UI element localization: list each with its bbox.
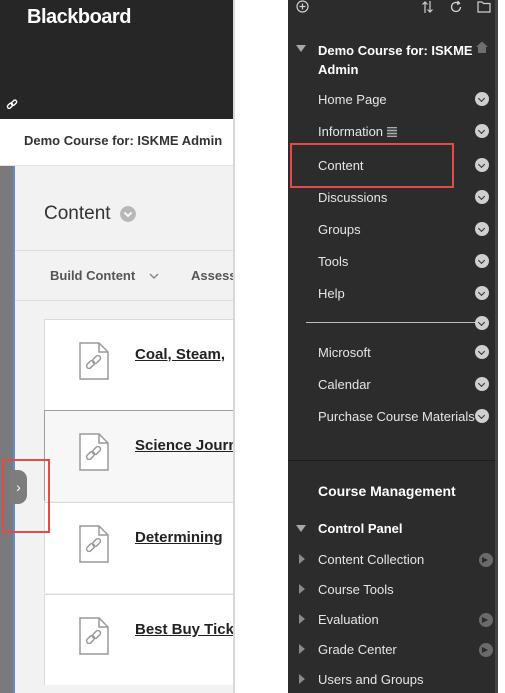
blackboard-logo[interactable]: Blackboard [27, 6, 131, 29]
sort-icon[interactable] [421, 0, 434, 14]
control-panel-heading[interactable]: Control Panel [318, 521, 403, 536]
chevron-down-icon[interactable] [475, 316, 489, 330]
content-item-link[interactable]: Determining [135, 529, 223, 546]
menu-item-groups[interactable]: Groups [318, 222, 361, 237]
chevron-down-icon[interactable] [475, 345, 489, 359]
menu-item-calendar[interactable]: Calendar [318, 377, 371, 392]
content-item-link[interactable]: Best Buy Tick [135, 621, 233, 638]
list-item: Coal, Steam, [44, 319, 233, 410]
course-breadcrumb-bar: Demo Course for: ISKME Admin [0, 119, 233, 166]
page-icon [387, 127, 398, 137]
menu-item-discussions[interactable]: Discussions [318, 190, 387, 205]
expand-triangle-icon[interactable] [299, 674, 305, 684]
menu-divider [306, 322, 481, 323]
section-divider [288, 460, 498, 461]
collapse-triangle-icon[interactable] [296, 45, 306, 52]
chevron-down-icon[interactable] [475, 190, 489, 204]
chevron-down-icon[interactable] [475, 124, 489, 138]
folder-icon[interactable] [477, 0, 491, 13]
course-management-heading: Course Management [318, 483, 456, 499]
content-item-link[interactable]: Science Journ [135, 437, 233, 454]
link-icon[interactable] [5, 98, 19, 112]
scrollbar[interactable] [495, 0, 498, 693]
menu-item-label: Information [318, 124, 384, 139]
add-icon[interactable] [296, 0, 309, 13]
expand-triangle-icon[interactable] [299, 614, 305, 624]
highlight-box [290, 143, 454, 188]
menu-item-microsoft[interactable]: Microsoft [318, 345, 371, 360]
course-menu-title[interactable]: Demo Course for: ISKME Admin [318, 41, 478, 79]
expand-triangle-icon[interactable] [299, 584, 305, 594]
control-panel-item-users-and-groups[interactable]: Users and Groups [318, 672, 424, 687]
menu-item-information[interactable]: Information [318, 124, 398, 139]
refresh-icon[interactable] [449, 0, 463, 14]
arrow-right-icon[interactable] [479, 553, 493, 567]
control-panel-item-content-collection[interactable]: Content Collection [318, 552, 424, 567]
control-panel-item-grade-center[interactable]: Grade Center [318, 642, 397, 657]
menu-collapse-strip[interactable] [0, 166, 13, 693]
chevron-down-icon[interactable] [475, 409, 489, 423]
document-link-icon [79, 342, 109, 380]
control-panel-item-course-tools[interactable]: Course Tools [318, 582, 394, 597]
document-link-icon [79, 617, 109, 655]
chevron-down-icon[interactable] [475, 254, 489, 268]
course-title[interactable]: Demo Course for: ISKME Admin [24, 133, 222, 148]
home-icon[interactable] [475, 40, 489, 54]
toolbar-divider [15, 250, 233, 251]
chevron-down-icon[interactable] [149, 272, 159, 280]
menu-item-home-page[interactable]: Home Page [318, 92, 387, 107]
chevron-down-icon[interactable] [475, 92, 489, 106]
highlight-box [2, 459, 50, 533]
top-header: Blackboard [0, 0, 233, 119]
document-link-icon [79, 525, 109, 563]
chevron-down-icon[interactable] [475, 377, 489, 391]
expand-triangle-icon[interactable] [299, 644, 305, 654]
assessments-menu[interactable]: Assess [191, 268, 233, 283]
menu-toolbar [288, 0, 498, 16]
page-title: Content [44, 203, 111, 224]
arrow-right-icon[interactable] [479, 613, 493, 627]
menu-item-help[interactable]: Help [318, 286, 345, 301]
chevron-down-icon[interactable] [475, 158, 489, 172]
list-item: Best Buy Tick [44, 594, 233, 685]
list-item: Science Journ [44, 410, 233, 501]
toolbar-divider [15, 300, 233, 301]
chevron-down-icon[interactable] [120, 206, 136, 222]
content-item-link[interactable]: Coal, Steam, [135, 346, 225, 363]
build-content-menu[interactable]: Build Content [50, 268, 135, 283]
menu-item-tools[interactable]: Tools [318, 254, 348, 269]
course-menu-panel: Demo Course for: ISKME Admin Home Page I… [288, 0, 498, 693]
menu-item-purchase-course-materials[interactable]: Purchase Course Materials [318, 409, 475, 424]
collapse-triangle-icon[interactable] [296, 525, 306, 532]
expand-triangle-icon[interactable] [299, 554, 305, 564]
chevron-down-icon[interactable] [475, 222, 489, 236]
arrow-right-icon[interactable] [479, 643, 493, 657]
chevron-down-icon[interactable] [475, 286, 489, 300]
course-content-panel: Blackboard Demo Course for: ISKME Admin … [0, 0, 235, 693]
list-item: Determining [44, 502, 233, 593]
control-panel-item-evaluation[interactable]: Evaluation [318, 612, 379, 627]
document-link-icon [79, 433, 109, 471]
